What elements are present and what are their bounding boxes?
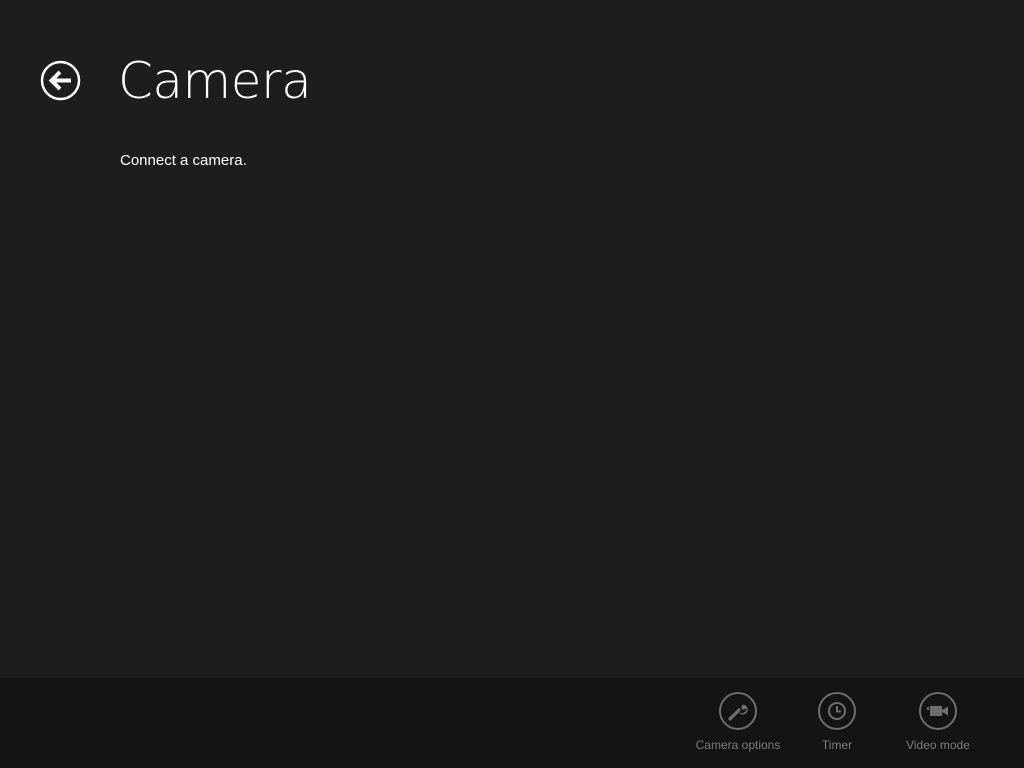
back-button[interactable] bbox=[40, 60, 81, 101]
app-bar: Camera options Timer Video mode bbox=[0, 678, 1024, 768]
video-mode-label: Video mode bbox=[906, 738, 970, 752]
timer-label: Timer bbox=[821, 738, 853, 752]
camera-options-button[interactable]: Camera options bbox=[688, 692, 788, 762]
video-mode-circle bbox=[919, 692, 957, 730]
camera-app-page: Camera Connect a camera. Camera options … bbox=[0, 0, 1024, 768]
back-arrow-icon bbox=[40, 60, 81, 101]
timer-button[interactable]: Timer bbox=[787, 692, 887, 762]
clock-icon bbox=[828, 702, 846, 720]
video-camera-icon bbox=[927, 706, 948, 716]
connect-camera-message: Connect a camera. bbox=[120, 152, 247, 169]
timer-circle bbox=[818, 692, 856, 730]
camera-options-circle bbox=[719, 692, 757, 730]
page-title: Camera bbox=[118, 52, 312, 110]
wrench-icon bbox=[728, 704, 748, 721]
camera-options-label: Camera options bbox=[695, 738, 781, 752]
video-mode-button[interactable]: Video mode bbox=[888, 692, 988, 762]
